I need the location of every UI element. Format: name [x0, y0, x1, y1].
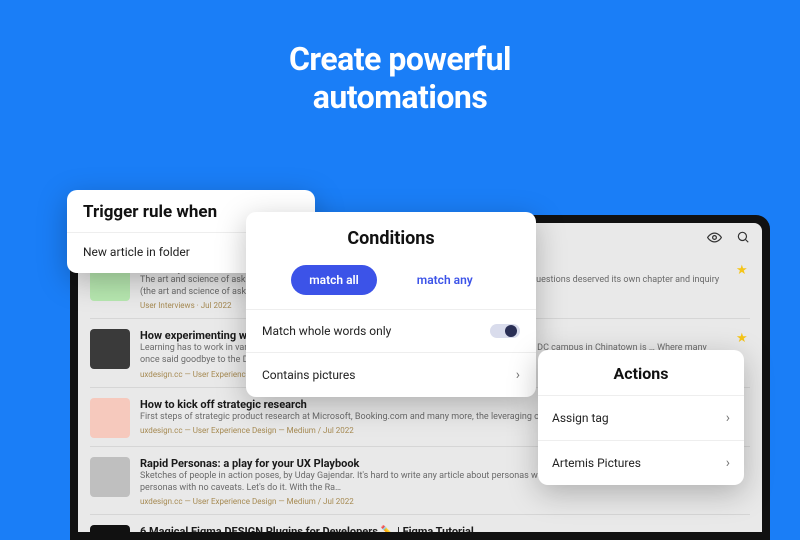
toggle-knob: [505, 325, 517, 337]
article-body: 6 Magical Figma DESIGN Plugins for Devel…: [140, 525, 750, 532]
article-thumb: [90, 329, 130, 369]
star-icon[interactable]: ★: [736, 263, 750, 278]
conditions-card: Conditions match all match any Match who…: [246, 212, 536, 397]
conditions-header: Conditions: [246, 212, 536, 261]
hero-title: Create powerful automations: [0, 40, 800, 117]
article-title: 6 Magical Figma DESIGN Plugins for Devel…: [140, 525, 750, 532]
actions-card: Actions Assign tag › Artemis Pictures ›: [538, 350, 744, 485]
actions-header: Actions: [538, 350, 744, 395]
article-row[interactable]: 6 Magical Figma DESIGN Plugins for Devel…: [90, 514, 750, 532]
toggle[interactable]: [490, 324, 520, 338]
chevron-right-icon: ›: [726, 455, 730, 471]
chevron-right-icon: ›: [516, 367, 520, 383]
hero-title-line1: Create powerful: [289, 40, 511, 78]
article-thumb: [90, 457, 130, 497]
condition-label: Match whole words only: [262, 324, 391, 338]
match-mode-row: match all match any: [246, 261, 536, 309]
stage: User Experience arch Field GThe art and …: [0, 190, 800, 540]
action-label: Artemis Pictures: [552, 456, 641, 470]
condition-row[interactable]: Match whole words only: [246, 309, 536, 352]
eye-icon[interactable]: [707, 230, 722, 245]
search-icon[interactable]: [736, 230, 750, 244]
action-row[interactable]: Assign tag ›: [538, 395, 744, 440]
condition-label: Contains pictures: [262, 368, 355, 382]
action-row[interactable]: Artemis Pictures ›: [538, 440, 744, 485]
action-label: Assign tag: [552, 411, 609, 425]
condition-row[interactable]: Contains pictures ›: [246, 352, 536, 397]
hero-title-line2: automations: [313, 78, 488, 116]
star-icon[interactable]: ★: [736, 331, 750, 346]
article-thumb: [90, 398, 130, 438]
chevron-right-icon: ›: [726, 410, 730, 426]
article-meta: uxdesign.cc — User Experience Design — M…: [140, 497, 750, 506]
match-any-pill[interactable]: match any: [399, 265, 491, 295]
article-thumb: [90, 525, 130, 532]
match-all-pill[interactable]: match all: [291, 265, 377, 295]
